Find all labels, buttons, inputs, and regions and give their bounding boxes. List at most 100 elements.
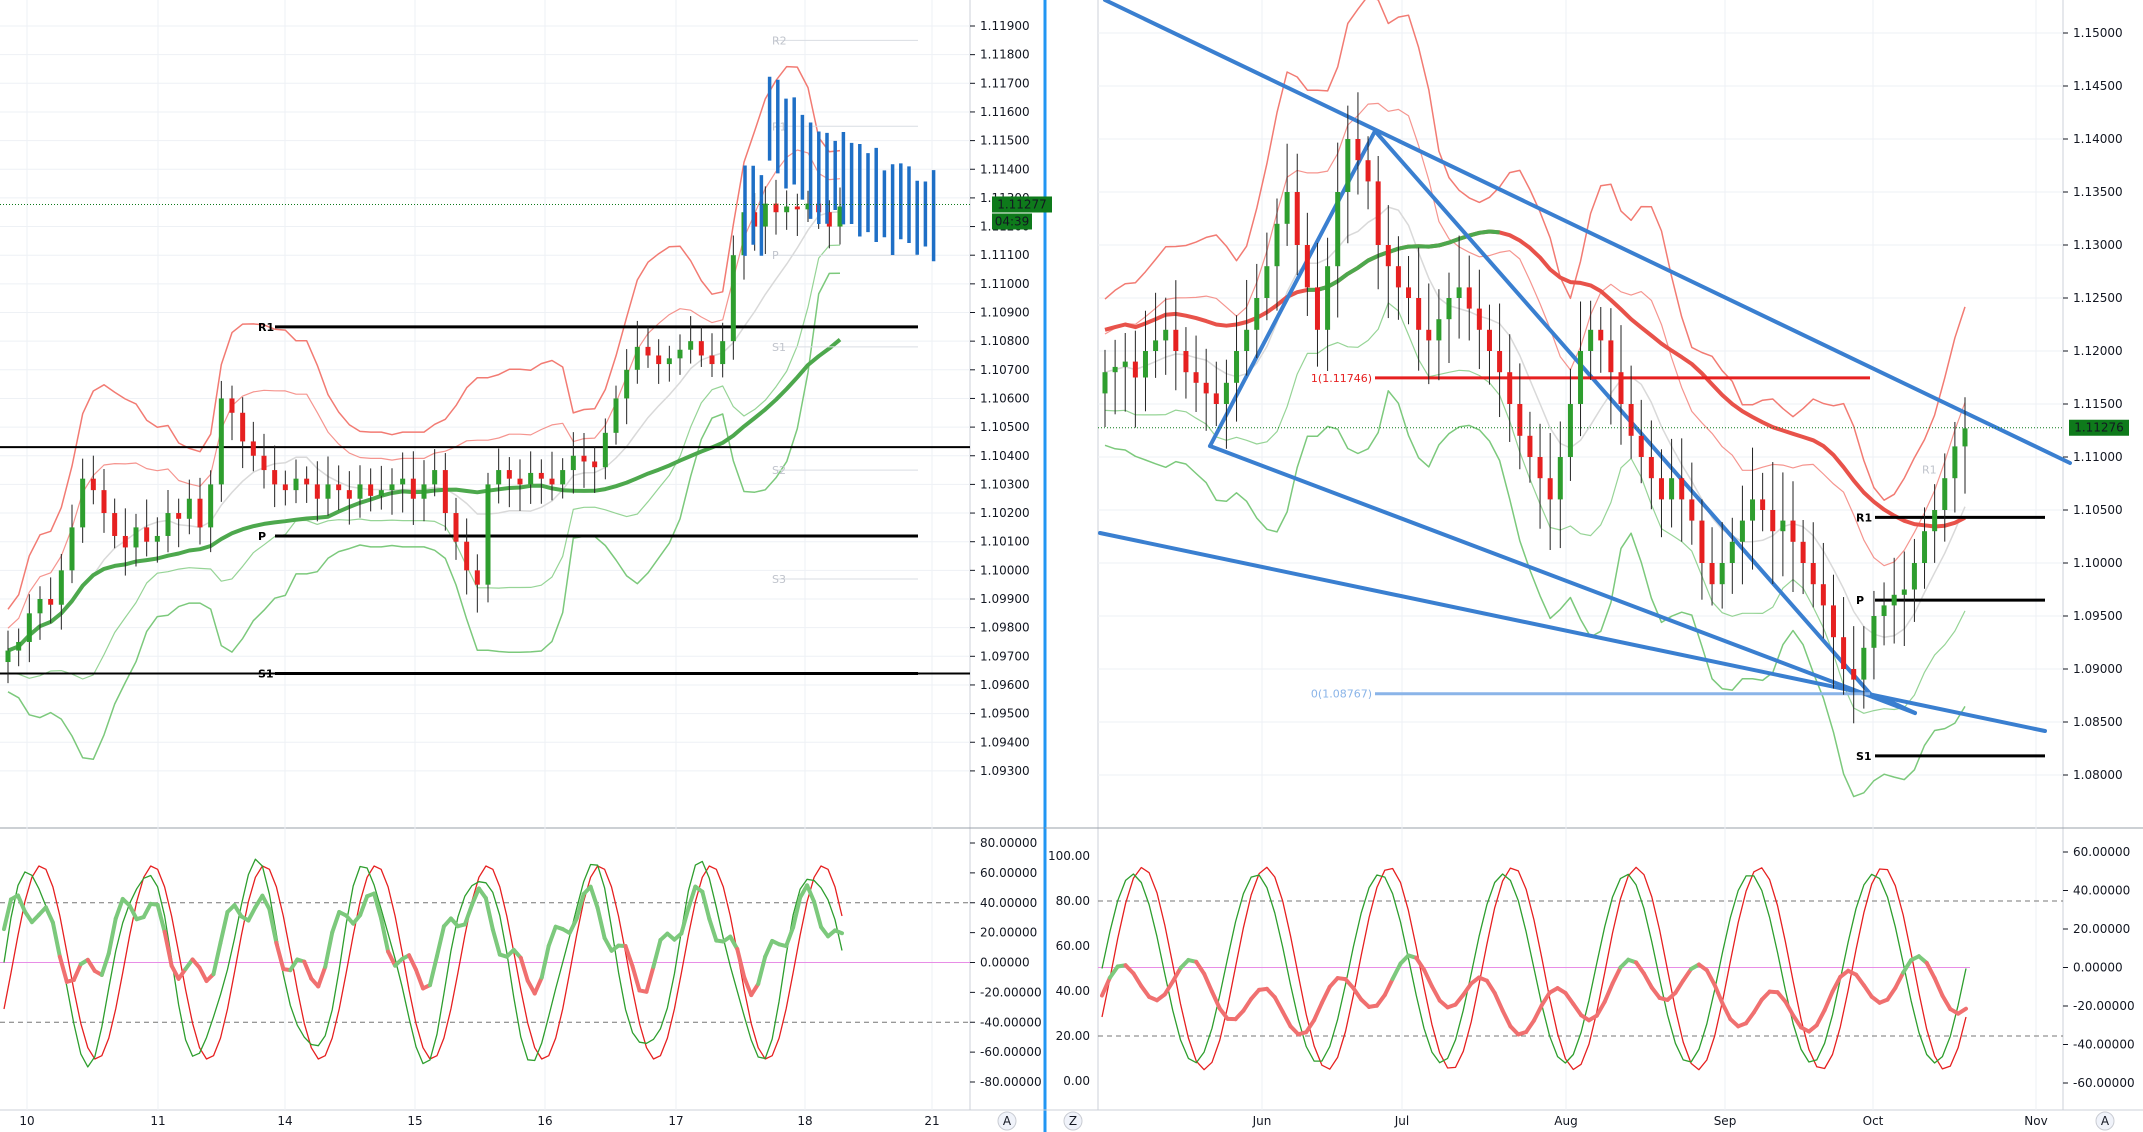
candle — [1739, 520, 1745, 542]
candle — [602, 432, 608, 468]
candle — [1932, 510, 1938, 532]
candle — [1750, 499, 1756, 521]
candle — [1173, 329, 1179, 351]
candle — [144, 527, 150, 542]
candle — [272, 470, 278, 485]
osc-left-tick-label: 20.00 — [1056, 1029, 1090, 1043]
candle — [656, 355, 662, 365]
candle — [90, 478, 96, 491]
y-tick-label: 1.08500 — [2073, 715, 2123, 729]
candle — [37, 599, 43, 614]
candle — [1952, 446, 1958, 479]
candle — [709, 355, 715, 365]
candle — [1335, 192, 1341, 267]
candle — [1901, 589, 1907, 595]
left-auto-scale-button[interactable]: A — [997, 1111, 1017, 1131]
candle — [1820, 584, 1826, 606]
y-tick-label: 1.14500 — [2073, 79, 2123, 93]
right-auto-scale-button[interactable]: A — [2095, 1111, 2115, 1131]
candle — [1385, 245, 1391, 267]
y-tick-label: 1.10400 — [980, 449, 1030, 463]
candle — [421, 484, 427, 499]
candle — [1689, 499, 1695, 521]
y-tick-label: 1.13500 — [2073, 185, 2123, 199]
candle — [794, 206, 800, 210]
pivot-label-faint: R2 — [772, 34, 787, 47]
candle — [1325, 266, 1331, 330]
candle — [176, 513, 182, 519]
candle — [485, 484, 491, 585]
candle — [1780, 520, 1786, 532]
y-tick-label: 1.09400 — [980, 735, 1030, 749]
candle — [1517, 404, 1523, 436]
y-tick-label: 1.10500 — [2073, 503, 2123, 517]
y-tick-label: 1.11900 — [980, 19, 1030, 33]
osc-left-tick-label: 60.00 — [1056, 939, 1090, 953]
y-tick-label: 1.13000 — [2073, 238, 2123, 252]
candle — [1891, 594, 1897, 606]
y-tick-label: 1.10700 — [980, 363, 1030, 377]
y-tick-label: 1.10000 — [2073, 556, 2123, 570]
y-tick-label: 1.11500 — [980, 134, 1030, 148]
osc-y-tick-label: 40.00000 — [980, 896, 1037, 910]
candle — [1234, 351, 1240, 383]
candle — [1507, 372, 1513, 404]
candle — [1628, 404, 1634, 436]
osc-right-tick-label: 40.00000 — [2073, 884, 2130, 898]
candle — [378, 490, 384, 496]
y-tick-label: 1.12500 — [2073, 291, 2123, 305]
candle — [1416, 298, 1422, 330]
x-tick-label: Jun — [1252, 1114, 1272, 1128]
candle — [1588, 329, 1594, 351]
candle — [1213, 393, 1219, 404]
candle — [304, 478, 310, 485]
y-tick-label: 1.11800 — [980, 48, 1030, 62]
candle — [1567, 404, 1573, 457]
right-zoom-button[interactable]: Z — [1063, 1111, 1083, 1131]
badge-text: 04:39 — [995, 214, 1030, 228]
candle — [1547, 478, 1553, 500]
osc-y-tick-label: -40.00000 — [980, 1015, 1042, 1029]
candle — [570, 455, 576, 471]
candle — [1497, 351, 1503, 373]
candle — [69, 527, 75, 571]
candle — [1861, 647, 1867, 680]
left-price-badge: 1.11277 — [992, 196, 1052, 213]
candle — [1760, 499, 1766, 510]
osc-y-tick-label: -60.00000 — [980, 1045, 1042, 1059]
candle — [1810, 563, 1816, 585]
pivot-label-faint: R1 — [1922, 464, 1937, 477]
candle — [1345, 139, 1351, 192]
osc-left-tick-label: 80.00 — [1056, 894, 1090, 908]
y-tick-label: 1.11000 — [2073, 450, 2123, 464]
candle — [1527, 435, 1533, 457]
y-tick-label: 1.11600 — [980, 105, 1030, 119]
osc-y-tick-label: 0.00000 — [980, 956, 1030, 970]
candle — [762, 203, 768, 227]
osc-y-tick-label: 60.00000 — [980, 866, 1037, 880]
y-tick-label: 1.09300 — [980, 764, 1030, 778]
osc-y-tick-label: 80.00000 — [980, 836, 1037, 850]
osc-left-tick-label: 40.00 — [1056, 984, 1090, 998]
x-tick-label: Aug — [1554, 1114, 1577, 1128]
trading-chart-workspace: 1.11900 1.11800 1.11700 1.11600 1.11500 1.114… — [0, 0, 2143, 1132]
candle — [240, 412, 246, 442]
osc-left-tick-label: 100.00 — [1048, 849, 1090, 863]
x-tick-label: Sep — [1714, 1114, 1737, 1128]
pivot-label-faint: S3 — [772, 573, 786, 586]
candle — [784, 206, 790, 213]
y-tick-label: 1.10500 — [980, 420, 1030, 434]
osc-right-tick-label: -40.00000 — [2073, 1038, 2135, 1052]
fib-label-top: 1(1.11746) — [1311, 372, 1372, 385]
candle — [1264, 266, 1270, 298]
candle — [26, 613, 32, 642]
osc-y-tick-label: -20.00000 — [980, 985, 1042, 999]
candle — [16, 641, 22, 651]
y-tick-label: 1.10100 — [980, 535, 1030, 549]
candle — [1193, 372, 1199, 383]
candle — [1142, 351, 1148, 378]
candle — [186, 498, 192, 519]
candle — [1962, 428, 1968, 447]
osc-right-tick-label: -60.00000 — [2073, 1076, 2135, 1090]
x-tick-label: 17 — [668, 1114, 683, 1128]
